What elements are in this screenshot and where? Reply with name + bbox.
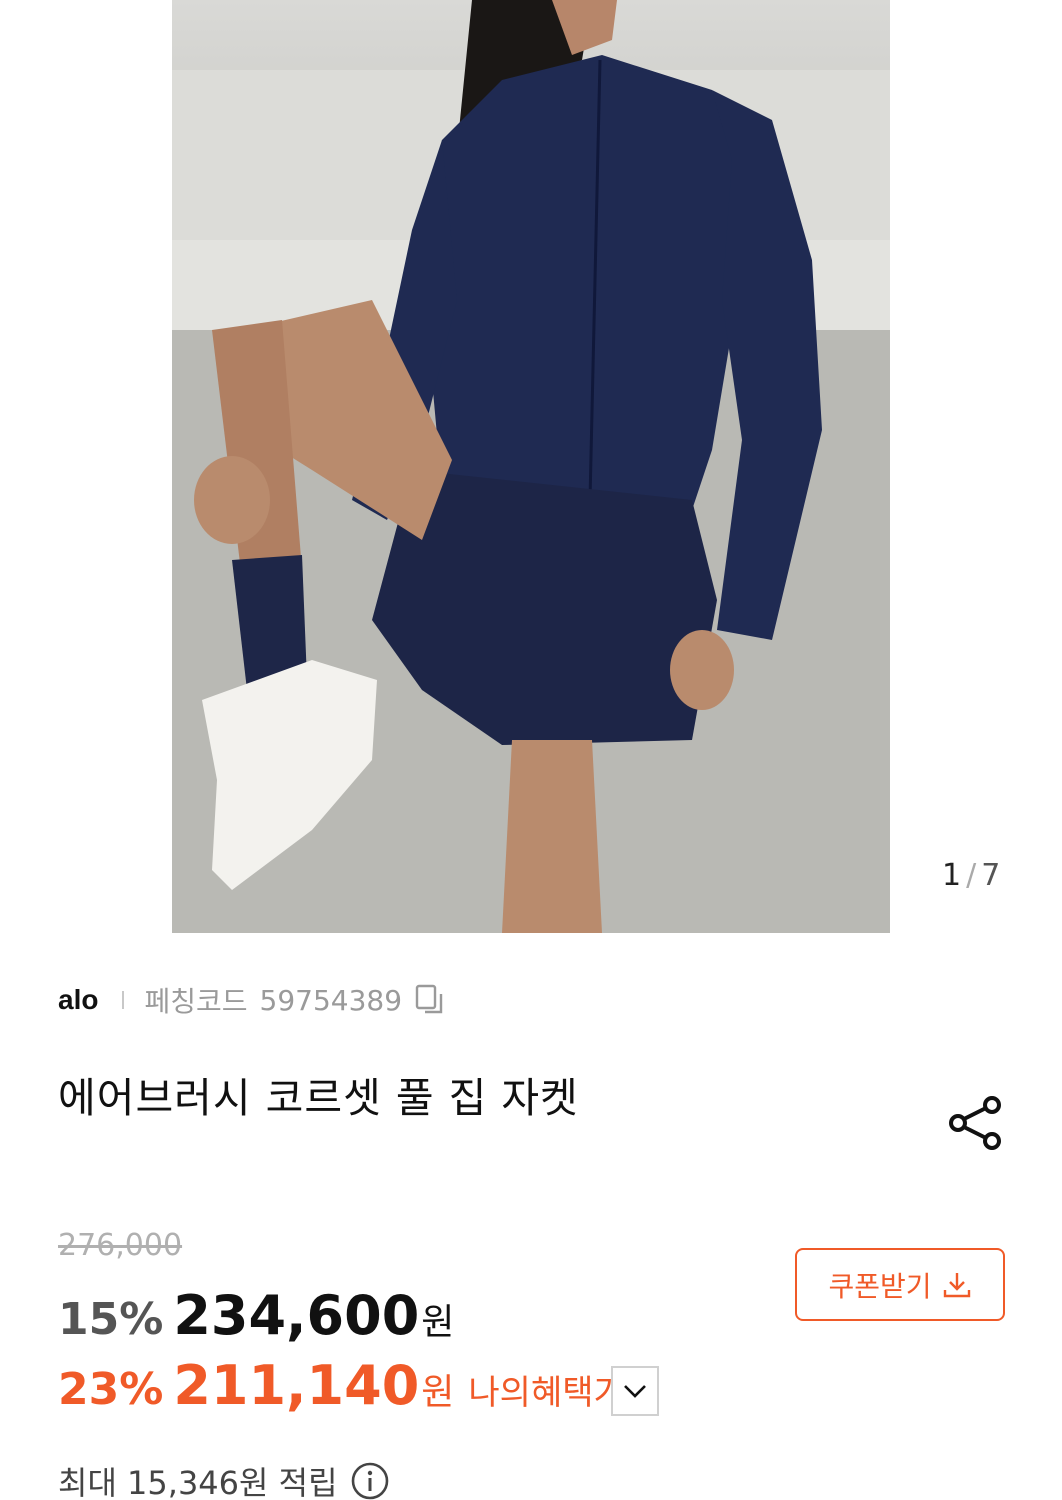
share-icon[interactable] xyxy=(946,1093,1006,1153)
sale-rate: 15% xyxy=(58,1294,164,1345)
points-label: 최대 15,346원 적립 xyxy=(58,1464,338,1500)
benefit-label: 나의혜택가 xyxy=(468,1373,625,1413)
sale-currency: 원 xyxy=(421,1302,455,1343)
chevron-down-icon xyxy=(624,1385,646,1398)
copy-icon[interactable] xyxy=(414,983,448,1017)
gallery-current: 1 xyxy=(942,858,963,893)
original-price: 276,000 xyxy=(58,1228,183,1263)
gallery-separator: / xyxy=(966,858,978,893)
product-detail-page: 1/7 alo 페칭코드 59754389 에어브러시 코르셋 풀 집 자켓 2… xyxy=(0,0,1062,1500)
benefit-toggle-button[interactable] xyxy=(611,1366,659,1416)
brand-row: alo 페칭코드 59754389 xyxy=(58,978,448,1022)
gallery-counter: 1/7 xyxy=(942,858,1001,893)
product-code-label: 페칭코드 xyxy=(144,985,248,1018)
benefit-price: 211,140 xyxy=(173,1354,420,1417)
brand-name[interactable]: alo xyxy=(58,984,98,1016)
coupon-label: 쿠폰받기 xyxy=(828,1269,932,1303)
product-image[interactable] xyxy=(172,0,890,933)
product-code-value: 59754389 xyxy=(259,983,403,1017)
benefit-price-row: 23% 211,140 원 나의혜택가 xyxy=(58,1354,625,1417)
product-photo-illustration xyxy=(172,0,890,933)
download-icon xyxy=(943,1272,970,1297)
sale-price: 234,600 xyxy=(173,1284,420,1347)
benefit-currency: 원 xyxy=(421,1372,455,1413)
coupon-download-button[interactable]: 쿠폰받기 xyxy=(795,1248,1005,1321)
gallery-total: 7 xyxy=(981,858,1002,893)
benefit-rate: 23% xyxy=(58,1364,164,1415)
points-row: 최대 15,346원 적립 xyxy=(58,1458,390,1500)
sale-price-row: 15% 234,600 원 xyxy=(58,1284,454,1347)
divider xyxy=(122,991,125,1009)
info-icon[interactable] xyxy=(350,1461,390,1500)
product-title: 에어브러시 코르셋 풀 집 자켓 xyxy=(58,1074,579,1122)
